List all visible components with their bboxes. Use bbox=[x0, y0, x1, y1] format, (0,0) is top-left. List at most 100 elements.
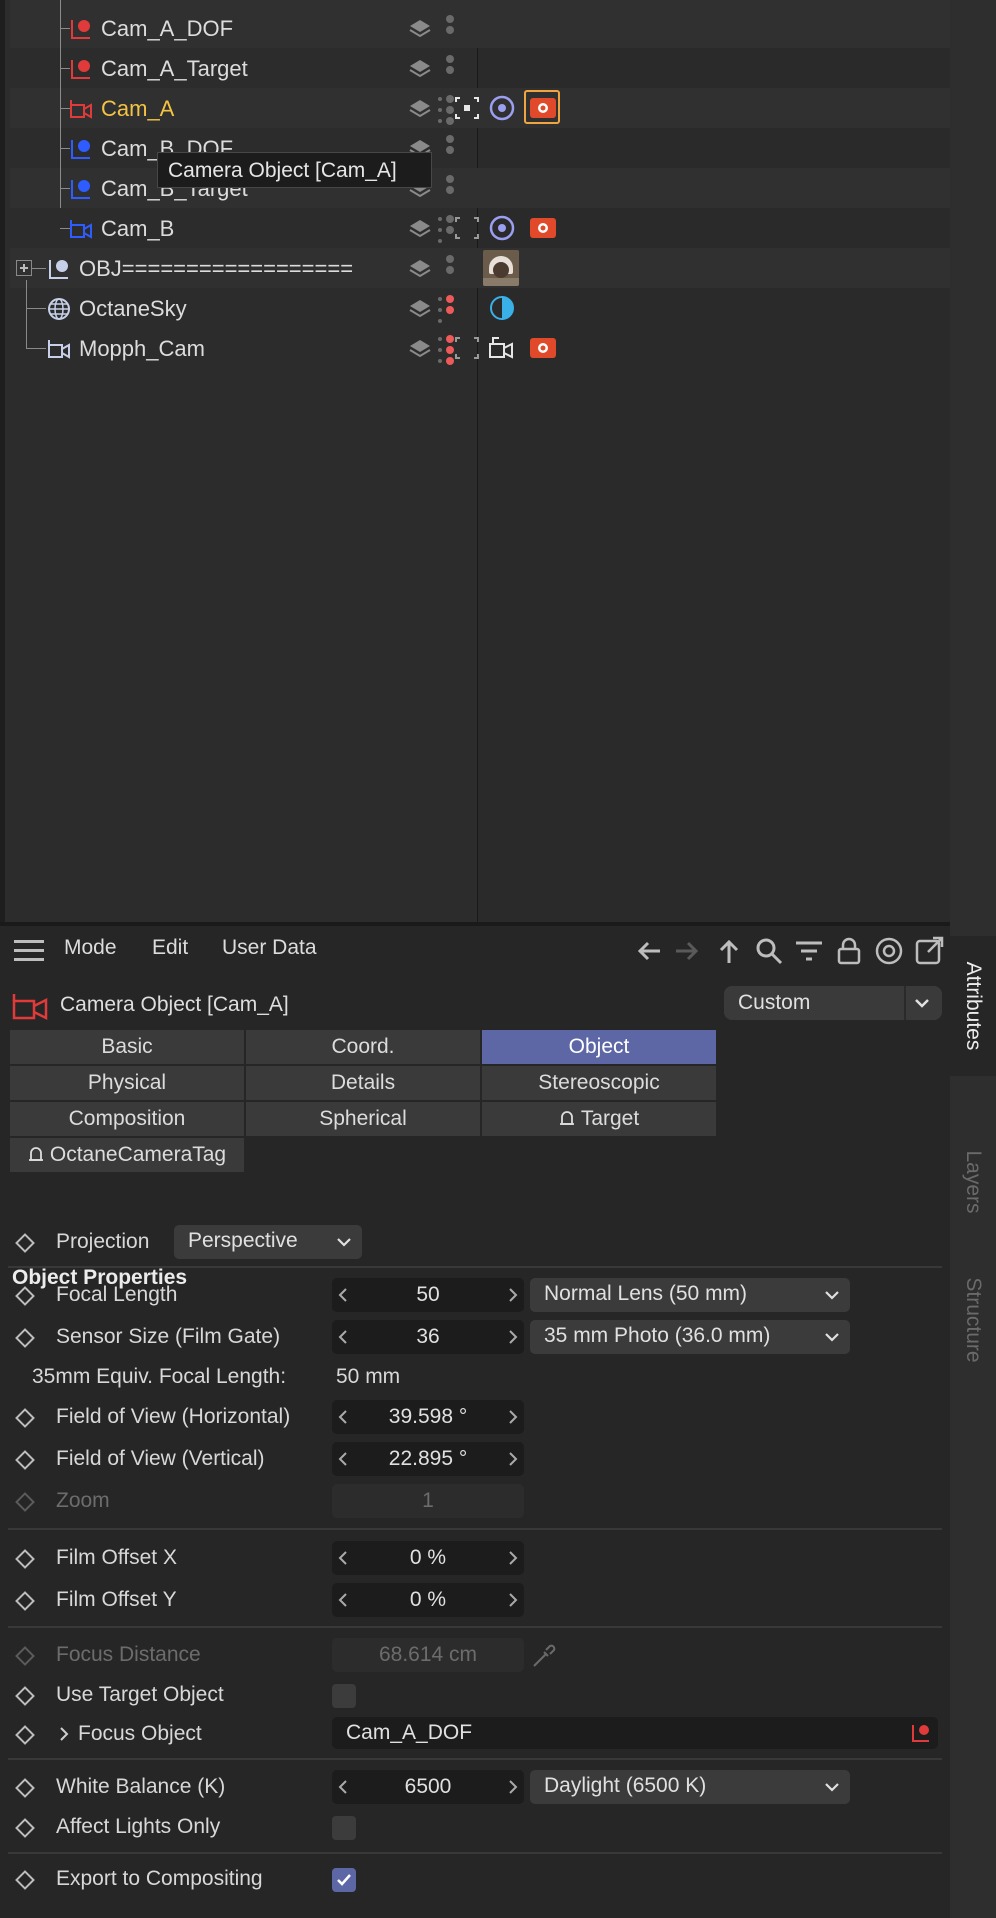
tab-spherical[interactable]: Spherical bbox=[246, 1102, 480, 1136]
hamburger-menu-icon[interactable] bbox=[14, 940, 44, 962]
visibility-dots[interactable] bbox=[442, 173, 456, 203]
chevron-right-icon[interactable] bbox=[58, 1726, 70, 1742]
layer-icon[interactable] bbox=[408, 337, 432, 361]
keyframe-diamond-icon[interactable] bbox=[15, 1286, 35, 1306]
keyframe-diamond-icon[interactable] bbox=[15, 1450, 35, 1470]
projection-dropdown[interactable]: Perspective bbox=[174, 1225, 362, 1259]
layer-icon[interactable] bbox=[408, 57, 432, 81]
search-icon[interactable] bbox=[754, 936, 784, 966]
keyframe-diamond-icon[interactable] bbox=[15, 1549, 35, 1569]
object-name[interactable]: OctaneSky bbox=[79, 296, 187, 322]
filter-icon[interactable] bbox=[794, 936, 824, 966]
octane-camera-icon[interactable] bbox=[528, 334, 558, 362]
tree-row-cam-b[interactable]: Cam_B bbox=[10, 188, 955, 248]
keyframe-diamond-icon[interactable] bbox=[15, 1778, 35, 1798]
tab-coord[interactable]: Coord. bbox=[246, 1030, 480, 1064]
use-target-checkbox[interactable] bbox=[332, 1684, 356, 1708]
target-tag-icon[interactable] bbox=[487, 214, 517, 242]
keyframe-diamond-icon[interactable] bbox=[15, 1818, 35, 1838]
object-name[interactable]: Cam_A_Target bbox=[101, 56, 248, 82]
side-tab-structure[interactable]: Structure bbox=[950, 1260, 996, 1380]
keyframe-diamond-icon[interactable] bbox=[15, 1233, 35, 1253]
tab-object[interactable]: Object bbox=[482, 1030, 716, 1064]
sensor-size-field[interactable]: 36 bbox=[332, 1320, 524, 1354]
sensor-preset-dropdown[interactable]: 35 mm Photo (36.0 mm) bbox=[530, 1320, 850, 1354]
object-name[interactable]: Cam_A_DOF bbox=[101, 16, 233, 42]
chevron-right-icon[interactable] bbox=[508, 1409, 518, 1425]
export-compositing-checkbox[interactable] bbox=[332, 1868, 356, 1892]
tree-row-mopph-cam[interactable]: Mopph_Cam bbox=[10, 308, 955, 368]
focus-object-link-field[interactable]: Cam_A_DOF bbox=[332, 1717, 938, 1749]
menu-user-data[interactable]: User Data bbox=[222, 936, 317, 960]
object-name[interactable]: OBJ================== bbox=[79, 256, 353, 282]
environment-tag-icon[interactable] bbox=[487, 294, 517, 322]
visibility-dots[interactable] bbox=[442, 253, 456, 283]
film-offset-x-field[interactable]: 0 % bbox=[332, 1541, 524, 1575]
keyframe-diamond-icon[interactable] bbox=[15, 1591, 35, 1611]
object-name[interactable]: Cam_A bbox=[101, 96, 174, 122]
visibility-dots[interactable] bbox=[438, 293, 456, 323]
lens-preset-dropdown[interactable]: Normal Lens (50 mm) bbox=[530, 1278, 850, 1312]
target-circle-icon[interactable] bbox=[874, 936, 904, 966]
morph-camera-tag-icon[interactable] bbox=[487, 334, 517, 362]
visibility-dots[interactable] bbox=[442, 53, 456, 83]
tree-row-cam-a[interactable]: Cam_A bbox=[10, 68, 955, 128]
tab-composition[interactable]: Composition bbox=[10, 1102, 244, 1136]
keyframe-diamond-icon[interactable] bbox=[15, 1686, 35, 1706]
white-balance-preset-dropdown[interactable]: Daylight (6500 K) bbox=[530, 1770, 850, 1804]
material-tag-thumbnail[interactable] bbox=[483, 250, 519, 286]
new-window-icon[interactable] bbox=[914, 936, 944, 966]
back-arrow-icon[interactable] bbox=[634, 936, 664, 966]
layer-icon[interactable] bbox=[408, 217, 432, 241]
fov-vertical-field[interactable]: 22.895 ° bbox=[332, 1442, 524, 1476]
layer-icon[interactable] bbox=[408, 17, 432, 41]
keyframe-diamond-icon[interactable] bbox=[15, 1870, 35, 1890]
protection-tag-icon[interactable] bbox=[452, 334, 482, 362]
menu-edit[interactable]: Edit bbox=[152, 936, 188, 960]
octane-camera-icon[interactable] bbox=[528, 94, 558, 122]
tab-stereoscopic[interactable]: Stereoscopic bbox=[482, 1066, 716, 1100]
chevron-right-icon[interactable] bbox=[508, 1287, 518, 1303]
chevron-right-icon[interactable] bbox=[508, 1451, 518, 1467]
up-arrow-icon[interactable] bbox=[714, 936, 744, 966]
chevron-right-icon[interactable] bbox=[508, 1329, 518, 1345]
layer-icon[interactable] bbox=[408, 97, 432, 121]
octane-camera-icon[interactable] bbox=[528, 214, 558, 242]
tree-row-cam-b-target[interactable]: Cam_B_Target bbox=[10, 148, 955, 208]
forward-arrow-icon[interactable] bbox=[672, 936, 702, 966]
object-name[interactable]: Mopph_Cam bbox=[79, 336, 205, 362]
tab-details[interactable]: Details bbox=[246, 1066, 480, 1100]
chevron-right-icon[interactable] bbox=[508, 1550, 518, 1566]
white-balance-field[interactable]: 6500 bbox=[332, 1770, 524, 1804]
lock-icon[interactable] bbox=[834, 936, 864, 966]
side-tab-layers[interactable]: Layers bbox=[950, 1132, 996, 1232]
chevron-right-icon[interactable] bbox=[508, 1779, 518, 1795]
expand-toggle-icon[interactable] bbox=[16, 260, 32, 276]
protection-tag-icon[interactable] bbox=[452, 214, 482, 242]
tab-target[interactable]: Target bbox=[482, 1102, 716, 1136]
visibility-dots[interactable] bbox=[442, 133, 456, 163]
eyedropper-icon[interactable] bbox=[530, 1642, 558, 1670]
film-offset-y-field[interactable]: 0 % bbox=[332, 1583, 524, 1617]
protection-tag-icon[interactable] bbox=[452, 94, 482, 122]
tree-row-octanesky[interactable]: OctaneSky bbox=[10, 280, 955, 328]
side-tab-attributes[interactable]: Attributes bbox=[950, 936, 996, 1076]
keyframe-diamond-icon[interactable] bbox=[15, 1328, 35, 1348]
keyframe-diamond-icon[interactable] bbox=[15, 1725, 35, 1745]
tab-basic[interactable]: Basic bbox=[10, 1030, 244, 1064]
chevron-right-icon[interactable] bbox=[508, 1592, 518, 1608]
menu-mode[interactable]: Mode bbox=[64, 936, 117, 960]
tab-octane-camera-tag[interactable]: OctaneCameraTag bbox=[10, 1138, 244, 1172]
tree-row-obj[interactable]: OBJ================== bbox=[10, 248, 955, 288]
layer-icon[interactable] bbox=[408, 297, 432, 321]
tree-row-cam-a-dof[interactable]: Cam_A_DOF bbox=[10, 0, 955, 48]
tree-row-cam-b-dof[interactable]: Cam_B_DOF bbox=[10, 108, 955, 168]
layer-icon[interactable] bbox=[408, 257, 432, 281]
visibility-dots[interactable] bbox=[442, 13, 456, 43]
focal-length-field[interactable]: 50 bbox=[332, 1278, 524, 1312]
tab-physical[interactable]: Physical bbox=[10, 1066, 244, 1100]
fov-horizontal-field[interactable]: 39.598 ° bbox=[332, 1400, 524, 1434]
keyframe-diamond-icon[interactable] bbox=[15, 1408, 35, 1428]
preset-dropdown[interactable]: Custom bbox=[724, 986, 942, 1020]
object-name[interactable]: Cam_B bbox=[101, 216, 174, 242]
